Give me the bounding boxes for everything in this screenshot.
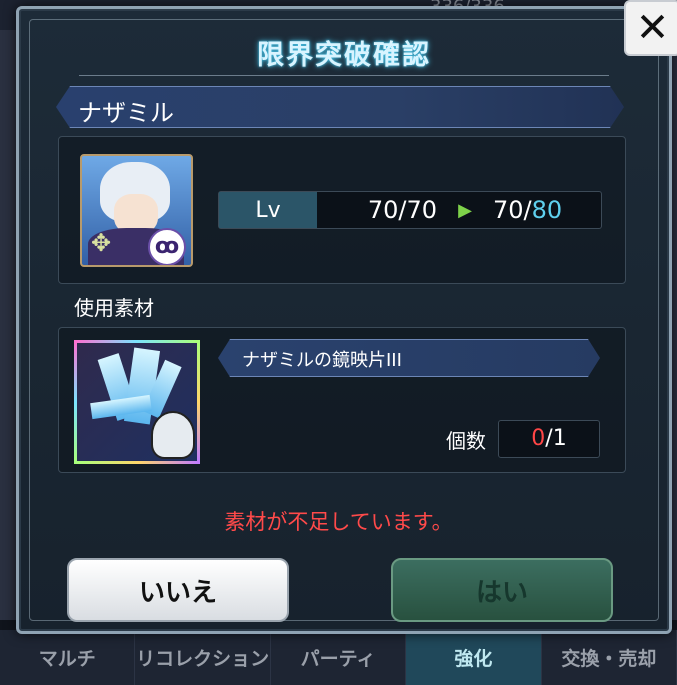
attribute-icon: ꝏ: [148, 228, 186, 265]
mini-character: [151, 411, 195, 459]
yes-button[interactable]: はい: [391, 558, 613, 622]
count-need: 1: [552, 426, 567, 451]
level-label: Lv: [219, 192, 317, 228]
character-portrait: ✥ ꝏ: [80, 154, 193, 267]
count-label: 個数: [446, 429, 486, 453]
count-have: 0: [531, 426, 546, 451]
dialog-title: 限界突破確認: [257, 40, 431, 71]
character-name: ナザミル: [78, 99, 174, 127]
count-box: 0/1: [498, 420, 600, 458]
level-new-max: 80: [531, 196, 563, 224]
level-current: 70/70: [367, 196, 437, 224]
no-button[interactable]: いいえ: [67, 558, 289, 622]
nav-exchange-sell[interactable]: 交換・売却: [542, 630, 677, 685]
nav-party[interactable]: パーティ: [271, 630, 407, 685]
count-separator: /: [545, 426, 553, 451]
nav-enhance[interactable]: 強化: [406, 630, 542, 685]
level-new: 70/: [493, 196, 532, 224]
insufficient-material-warning: 素材が不足しています。: [224, 510, 453, 534]
material-name-banner: ナザミルの鏡映片III: [218, 339, 600, 377]
close-icon: ✕: [635, 5, 670, 51]
character-name-banner: ナザミル: [56, 86, 624, 128]
crystal-item-icon: [74, 340, 200, 464]
bottom-nav: マルチ リコレクション パーティ 強化 交換・売却: [0, 630, 677, 685]
nav-recollection[interactable]: リコレクション: [135, 630, 271, 685]
weapon-type-icon: ✥: [90, 229, 112, 257]
title-divider: [79, 75, 609, 76]
materials-section-label: 使用素材: [74, 296, 154, 320]
material-name: ナザミルの鏡映片III: [242, 350, 402, 371]
nav-multi[interactable]: マルチ: [0, 630, 136, 685]
arrow-right-icon: ▶: [458, 199, 472, 221]
level-bar: Lv 70/70 ▶ 70/80: [218, 191, 602, 229]
close-button[interactable]: ✕: [624, 0, 677, 56]
